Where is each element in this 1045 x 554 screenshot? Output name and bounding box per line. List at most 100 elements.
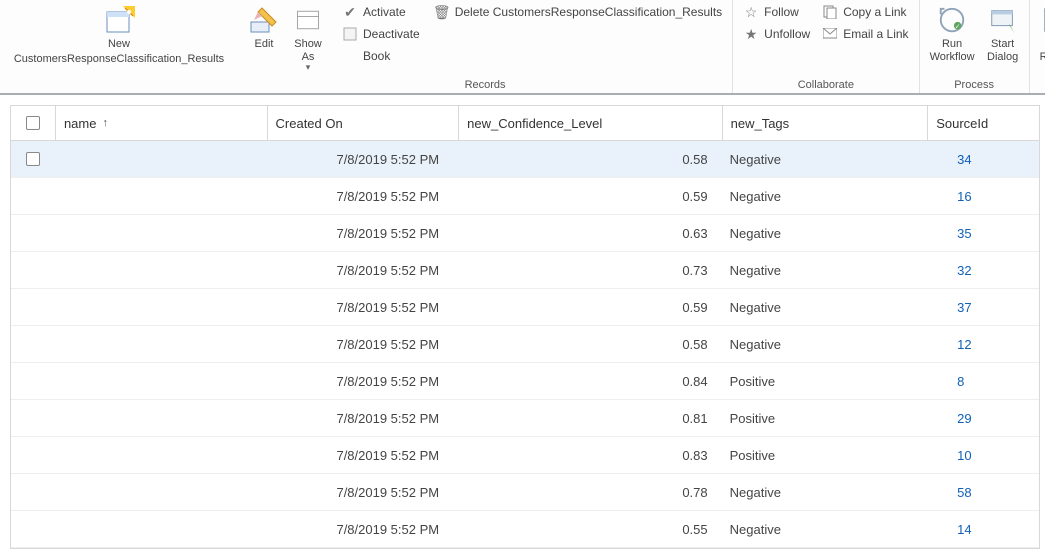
unfollow-button[interactable]: ★ Unfollow (737, 23, 816, 45)
activate-label: Activate (363, 5, 406, 19)
cell-tags: Positive (722, 374, 928, 389)
run-workflow-icon: ✓ (936, 4, 968, 36)
svg-text:✓: ✓ (955, 23, 961, 30)
copy-link-label: Copy a Link (843, 5, 906, 19)
table-row[interactable]: 7/8/2019 5:52 PM0.58Negative34 (11, 141, 1039, 178)
cell-created-on: 7/8/2019 5:52 PM (266, 337, 458, 352)
column-header-created-on[interactable]: Created On (267, 106, 459, 140)
deactivate-button[interactable]: Deactivate (336, 23, 426, 45)
start-dialog-icon (987, 4, 1019, 36)
cell-confidence: 0.81 (458, 411, 721, 426)
cell-confidence: 0.63 (458, 226, 721, 241)
cell-sourceid[interactable]: 32 (927, 263, 1039, 278)
table-row[interactable]: 7/8/2019 5:52 PM0.55Negative14 (11, 511, 1039, 548)
table-row[interactable]: 7/8/2019 5:52 PM0.78Negative58 (11, 474, 1039, 511)
cell-created-on: 7/8/2019 5:52 PM (266, 374, 458, 389)
select-all-checkbox[interactable] (26, 116, 40, 130)
edit-button[interactable]: Edit (242, 1, 286, 54)
ribbon-group-records: Edit Show As ▾ ✔ Activate Deactivat (238, 0, 733, 93)
column-header-name[interactable]: name ↑ (55, 106, 267, 140)
table-row[interactable]: 7/8/2019 5:52 PM0.84Positive8 (11, 363, 1039, 400)
cell-created-on: 7/8/2019 5:52 PM (266, 300, 458, 315)
cell-sourceid[interactable]: 16 (927, 189, 1039, 204)
email-link-icon (822, 26, 838, 42)
cell-confidence: 0.78 (458, 485, 721, 500)
sort-ascending-icon: ↑ (102, 117, 108, 129)
cell-sourceid[interactable]: 37 (927, 300, 1039, 315)
cell-created-on: 7/8/2019 5:52 PM (266, 226, 458, 241)
cell-sourceid[interactable]: 12 (927, 337, 1039, 352)
table-row[interactable]: 7/8/2019 5:52 PM0.58Negative12 (11, 326, 1039, 363)
column-header-tags[interactable]: new_Tags (722, 106, 928, 140)
run-report-button[interactable]: Run Report ▾ (1034, 1, 1045, 76)
start-dialog-button[interactable]: Start Dialog (981, 1, 1025, 67)
cell-created-on: 7/8/2019 5:52 PM (266, 189, 458, 204)
cell-created-on: 7/8/2019 5:52 PM (266, 263, 458, 278)
cell-sourceid[interactable]: 8 (927, 374, 1039, 389)
records-group-label: Records (242, 77, 728, 91)
column-header-name-label: name (64, 116, 97, 131)
ribbon-group-new: New CustomersResponseClassification_Resu… (0, 0, 238, 93)
unfollow-label: Unfollow (764, 27, 810, 41)
cell-created-on: 7/8/2019 5:52 PM (266, 485, 458, 500)
new-record-icon (103, 4, 135, 36)
column-header-created-on-label: Created On (276, 116, 343, 131)
cell-sourceid[interactable]: 29 (927, 411, 1039, 426)
cell-confidence: 0.58 (458, 337, 721, 352)
edit-icon (248, 4, 280, 36)
cell-sourceid[interactable]: 58 (927, 485, 1039, 500)
ribbon-group-process: ✓ Run Workflow Start Dialog Process (920, 0, 1030, 93)
run-report-label: Run Report (1040, 38, 1045, 64)
show-as-label: Show As (294, 38, 322, 64)
activate-button[interactable]: ✔ Activate (336, 1, 426, 23)
show-as-icon (292, 4, 324, 36)
column-header-tags-label: new_Tags (731, 116, 790, 131)
follow-icon: ☆ (743, 4, 759, 20)
deactivate-label: Deactivate (363, 27, 420, 41)
cell-confidence: 0.59 (458, 300, 721, 315)
row-checkbox-cell[interactable] (11, 152, 55, 166)
run-workflow-button[interactable]: ✓ Run Workflow (924, 1, 981, 67)
cell-sourceid[interactable]: 35 (927, 226, 1039, 241)
run-report-icon (1040, 4, 1045, 36)
cell-sourceid[interactable]: 14 (927, 522, 1039, 537)
new-record-button[interactable]: New CustomersResponseClassification_Resu… (4, 1, 234, 69)
table-row[interactable]: 7/8/2019 5:52 PM0.59Negative16 (11, 178, 1039, 215)
start-dialog-label: Start Dialog (987, 38, 1018, 64)
cell-sourceid[interactable]: 10 (927, 448, 1039, 463)
grid-header-row: name ↑ Created On new_Confidence_Level n… (11, 106, 1039, 141)
cell-confidence: 0.55 (458, 522, 721, 537)
cell-tags: Negative (722, 189, 928, 204)
table-row[interactable]: 7/8/2019 5:52 PM0.81Positive29 (11, 400, 1039, 437)
book-button[interactable]: Book (336, 45, 426, 67)
cell-tags: Negative (722, 485, 928, 500)
select-all-header[interactable] (11, 106, 55, 140)
activate-icon: ✔ (342, 4, 358, 20)
table-row[interactable]: 7/8/2019 5:52 PM0.59Negative37 (11, 289, 1039, 326)
email-link-label: Email a Link (843, 27, 908, 41)
cell-tags: Positive (722, 448, 928, 463)
cell-tags: Negative (722, 337, 928, 352)
delete-button[interactable]: 🗑 Delete CustomersResponseClassification… (428, 1, 728, 23)
cell-tags: Negative (722, 152, 928, 167)
unfollow-icon: ★ (743, 26, 759, 42)
run-workflow-label: Run Workflow (930, 38, 975, 64)
cell-tags: Negative (722, 300, 928, 315)
deactivate-icon (342, 26, 358, 42)
show-as-button[interactable]: Show As ▾ (286, 1, 330, 76)
table-row[interactable]: 7/8/2019 5:52 PM0.63Negative35 (11, 215, 1039, 252)
cell-created-on: 7/8/2019 5:52 PM (266, 152, 458, 167)
delete-label: Delete CustomersResponseClassification_R… (455, 5, 722, 19)
table-row[interactable]: 7/8/2019 5:52 PM0.73Negative32 (11, 252, 1039, 289)
row-checkbox[interactable] (26, 152, 40, 166)
table-row[interactable]: 7/8/2019 5:52 PM0.83Positive10 (11, 437, 1039, 474)
email-link-button[interactable]: Email a Link (816, 23, 914, 45)
copy-link-icon (822, 4, 838, 20)
column-header-sourceid[interactable]: SourceId (927, 106, 1039, 140)
cell-tags: Negative (722, 263, 928, 278)
cell-sourceid[interactable]: 34 (927, 152, 1039, 167)
column-header-confidence[interactable]: new_Confidence_Level (458, 106, 721, 140)
follow-label: Follow (764, 5, 799, 19)
copy-link-button[interactable]: Copy a Link (816, 1, 914, 23)
follow-button[interactable]: ☆ Follow (737, 1, 816, 23)
